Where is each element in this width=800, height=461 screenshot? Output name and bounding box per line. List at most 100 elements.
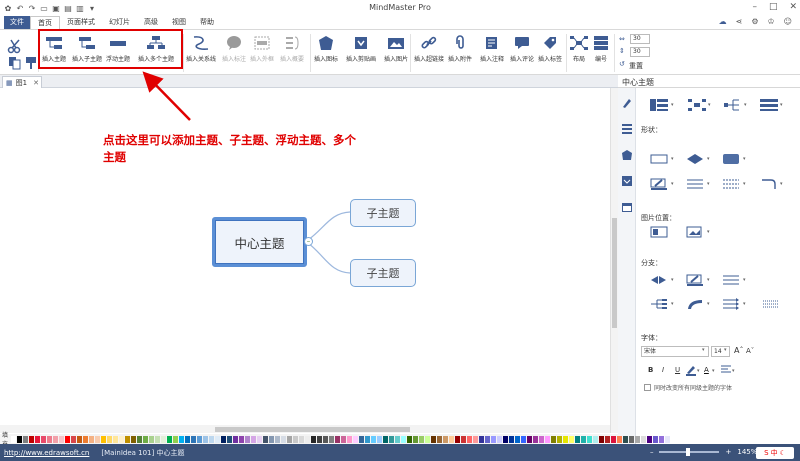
line-weight-icon[interactable] xyxy=(684,177,706,191)
grow-font-icon[interactable]: Aˆ xyxy=(734,346,743,355)
bold-button[interactable]: B xyxy=(648,366,653,374)
apply-siblings-checkbox[interactable]: 同时改变所有同级主题的字体 xyxy=(644,383,732,392)
border-color-icon[interactable] xyxy=(648,177,670,191)
align-text-icon[interactable] xyxy=(719,364,733,376)
color-swatch[interactable] xyxy=(629,435,635,443)
color-swatch[interactable] xyxy=(485,435,491,443)
checkbox-box[interactable] xyxy=(644,384,651,391)
branch-curve-icon[interactable] xyxy=(684,297,706,311)
color-swatch[interactable] xyxy=(389,435,395,443)
shape-rounded-icon[interactable] xyxy=(720,152,742,166)
color-swatch[interactable] xyxy=(401,435,407,443)
color-swatch[interactable] xyxy=(563,435,569,443)
zoom-slider[interactable] xyxy=(659,448,720,456)
central-topic[interactable]: 中心主题 xyxy=(212,217,307,267)
branch-arrow-icon[interactable] xyxy=(720,297,742,311)
color-swatch[interactable] xyxy=(293,435,299,443)
color-swatch[interactable] xyxy=(83,435,89,443)
structure-left-icon[interactable] xyxy=(722,98,744,112)
color-swatch[interactable] xyxy=(407,435,413,443)
color-swatch[interactable] xyxy=(431,435,437,443)
vertical-scroll-thumb[interactable] xyxy=(612,218,617,328)
color-swatch[interactable] xyxy=(119,435,125,443)
color-swatch[interactable] xyxy=(323,435,329,443)
color-swatch[interactable] xyxy=(149,435,155,443)
color-swatch[interactable] xyxy=(353,435,359,443)
image-picture-icon[interactable] xyxy=(684,225,706,239)
color-swatch[interactable] xyxy=(335,435,341,443)
color-swatch[interactable] xyxy=(215,435,221,443)
font-family-select[interactable]: 宋体 xyxy=(641,346,709,357)
line-dash-icon[interactable] xyxy=(720,177,742,191)
clipart-panel-icon[interactable] xyxy=(621,175,633,187)
color-swatch[interactable] xyxy=(131,435,137,443)
color-swatch[interactable] xyxy=(71,435,77,443)
color-swatch[interactable] xyxy=(491,435,497,443)
color-swatch[interactable] xyxy=(395,435,401,443)
color-swatch[interactable] xyxy=(41,435,47,443)
corner-style-icon[interactable] xyxy=(758,177,780,191)
color-swatch[interactable] xyxy=(569,435,575,443)
color-swatch[interactable] xyxy=(251,435,257,443)
color-swatch[interactable] xyxy=(161,435,167,443)
color-swatch[interactable] xyxy=(197,435,203,443)
color-swatch[interactable] xyxy=(653,435,659,443)
color-swatch[interactable] xyxy=(239,435,245,443)
branch-fill-icon[interactable] xyxy=(648,273,670,287)
outline-list-icon[interactable] xyxy=(621,123,633,135)
color-swatch[interactable] xyxy=(347,435,353,443)
color-swatch[interactable] xyxy=(617,435,623,443)
structure-map-icon[interactable] xyxy=(648,98,670,112)
format-brush-icon[interactable] xyxy=(621,97,633,109)
color-swatch[interactable] xyxy=(329,435,335,443)
color-swatch[interactable] xyxy=(209,435,215,443)
color-swatch[interactable] xyxy=(461,435,467,443)
horizontal-scroll-thumb[interactable] xyxy=(215,427,410,432)
color-swatch[interactable] xyxy=(443,435,449,443)
color-swatch[interactable] xyxy=(515,435,521,443)
color-swatch[interactable] xyxy=(233,435,239,443)
subtopic-node[interactable]: 子主题 xyxy=(350,199,416,227)
zoom-in-icon[interactable]: + xyxy=(725,448,731,456)
color-swatch[interactable] xyxy=(77,435,83,443)
color-swatch[interactable] xyxy=(143,435,149,443)
branch-color-icon[interactable] xyxy=(684,273,706,287)
color-swatch[interactable] xyxy=(557,435,563,443)
color-swatch[interactable] xyxy=(377,435,383,443)
color-swatch[interactable] xyxy=(509,435,515,443)
color-swatch[interactable] xyxy=(587,435,593,443)
shape-rectangle-icon[interactable] xyxy=(648,152,670,166)
icon-library-icon[interactable] xyxy=(621,149,633,161)
highlight-pen-icon[interactable] xyxy=(684,364,698,376)
color-swatch[interactable] xyxy=(65,435,71,443)
color-swatch[interactable] xyxy=(635,435,641,443)
color-swatch[interactable] xyxy=(479,435,485,443)
task-calendar-icon[interactable] xyxy=(621,201,633,213)
color-swatch[interactable] xyxy=(665,435,671,443)
color-swatch[interactable] xyxy=(95,435,101,443)
color-swatch[interactable] xyxy=(611,435,617,443)
branch-dash-icon[interactable] xyxy=(760,297,782,311)
color-swatch[interactable] xyxy=(203,435,209,443)
color-swatch[interactable] xyxy=(173,435,179,443)
color-swatch[interactable] xyxy=(59,435,65,443)
color-swatch[interactable] xyxy=(425,435,431,443)
color-swatch[interactable] xyxy=(533,435,539,443)
color-swatch[interactable] xyxy=(539,435,545,443)
font-size-select[interactable]: 14 xyxy=(711,346,730,357)
color-swatch[interactable] xyxy=(191,435,197,443)
color-swatch[interactable] xyxy=(659,435,665,443)
zoom-slider-knob[interactable] xyxy=(686,448,691,456)
color-swatch[interactable] xyxy=(23,435,29,443)
color-swatch[interactable] xyxy=(299,435,305,443)
color-swatch[interactable] xyxy=(113,435,119,443)
color-swatch[interactable] xyxy=(473,435,479,443)
color-swatch[interactable] xyxy=(17,435,23,443)
color-swatch[interactable] xyxy=(605,435,611,443)
color-swatch[interactable] xyxy=(275,435,281,443)
color-swatch[interactable] xyxy=(449,435,455,443)
image-left-icon[interactable] xyxy=(648,225,670,239)
color-swatch[interactable] xyxy=(371,435,377,443)
font-color-button[interactable]: A xyxy=(704,366,709,374)
fill-diamond-icon[interactable] xyxy=(684,152,706,166)
